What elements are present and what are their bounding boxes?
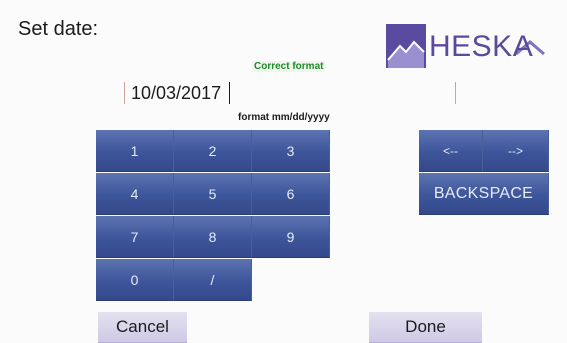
cursor-left-button[interactable]: <--	[419, 130, 483, 172]
key-6[interactable]: 6	[252, 173, 330, 215]
text-caret	[229, 82, 230, 104]
logo-text: HESKA	[429, 30, 534, 63]
backspace-button[interactable]: BACKSPACE	[419, 173, 549, 215]
cursor-right-button[interactable]: -->	[483, 130, 549, 172]
date-input[interactable]	[125, 78, 457, 108]
date-field-edge-right	[455, 82, 456, 104]
key-7[interactable]: 7	[96, 216, 174, 258]
key-slash[interactable]: /	[174, 259, 252, 301]
key-4[interactable]: 4	[96, 173, 174, 215]
page-title: Set date:	[18, 18, 99, 40]
key-5[interactable]: 5	[174, 173, 252, 215]
cancel-button[interactable]: Cancel	[98, 312, 187, 343]
key-2[interactable]: 2	[174, 130, 252, 172]
key-9[interactable]: 9	[252, 216, 330, 258]
done-button[interactable]: Done	[369, 312, 482, 343]
key-1[interactable]: 1	[96, 130, 174, 172]
key-8[interactable]: 8	[174, 216, 252, 258]
key-3[interactable]: 3	[252, 130, 330, 172]
format-status-label: Correct format	[252, 61, 326, 72]
format-hint-label: format mm/dd/yyyy	[238, 112, 330, 123]
key-0[interactable]: 0	[96, 259, 174, 301]
